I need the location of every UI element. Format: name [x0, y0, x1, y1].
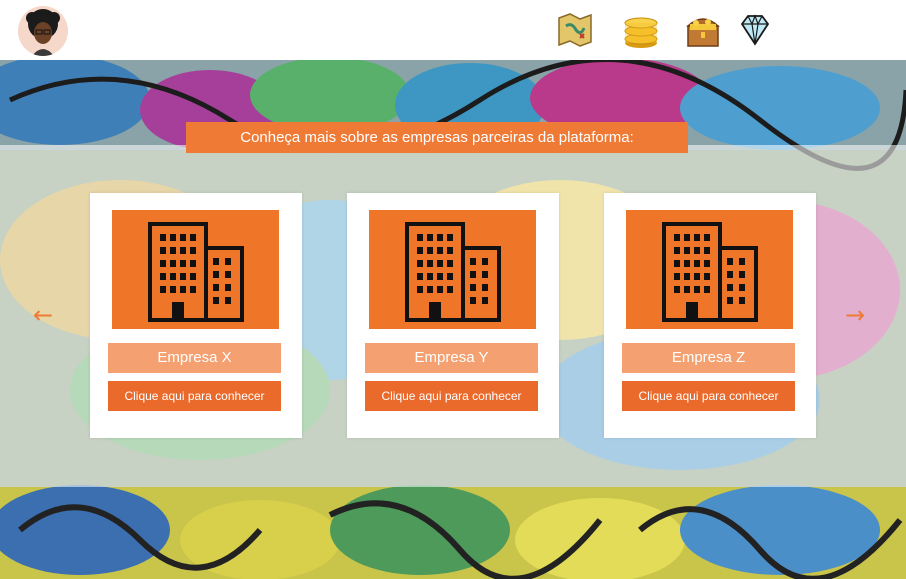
company-card: Empresa X Clique aqui para conhecer [90, 193, 302, 438]
company-name: Empresa Y [365, 343, 538, 373]
company-name: Empresa X [108, 343, 281, 373]
treasure-map-icon[interactable] [554, 10, 596, 50]
company-card: Empresa Y Clique aqui para conhecer [347, 193, 559, 438]
company-name: Empresa Z [622, 343, 795, 373]
previous-arrow-icon[interactable]: ← [28, 303, 58, 327]
company-card: Empresa Z Clique aqui para conhecer [604, 193, 816, 438]
diamond-icon[interactable] [734, 10, 776, 50]
page-title: Conheça mais sobre as empresas parceiras… [186, 122, 688, 153]
learn-more-button[interactable]: Clique aqui para conhecer [108, 381, 281, 411]
coins-icon[interactable] [620, 10, 662, 50]
learn-more-button[interactable]: Clique aqui para conhecer [365, 381, 538, 411]
user-avatar[interactable] [18, 6, 68, 56]
building-icon [112, 210, 279, 329]
learn-more-button[interactable]: Clique aqui para conhecer [622, 381, 795, 411]
building-icon [369, 210, 536, 329]
building-icon [626, 210, 793, 329]
treasure-chest-icon[interactable] [682, 10, 724, 50]
next-arrow-icon[interactable]: → [840, 303, 870, 327]
top-bar [0, 0, 906, 60]
